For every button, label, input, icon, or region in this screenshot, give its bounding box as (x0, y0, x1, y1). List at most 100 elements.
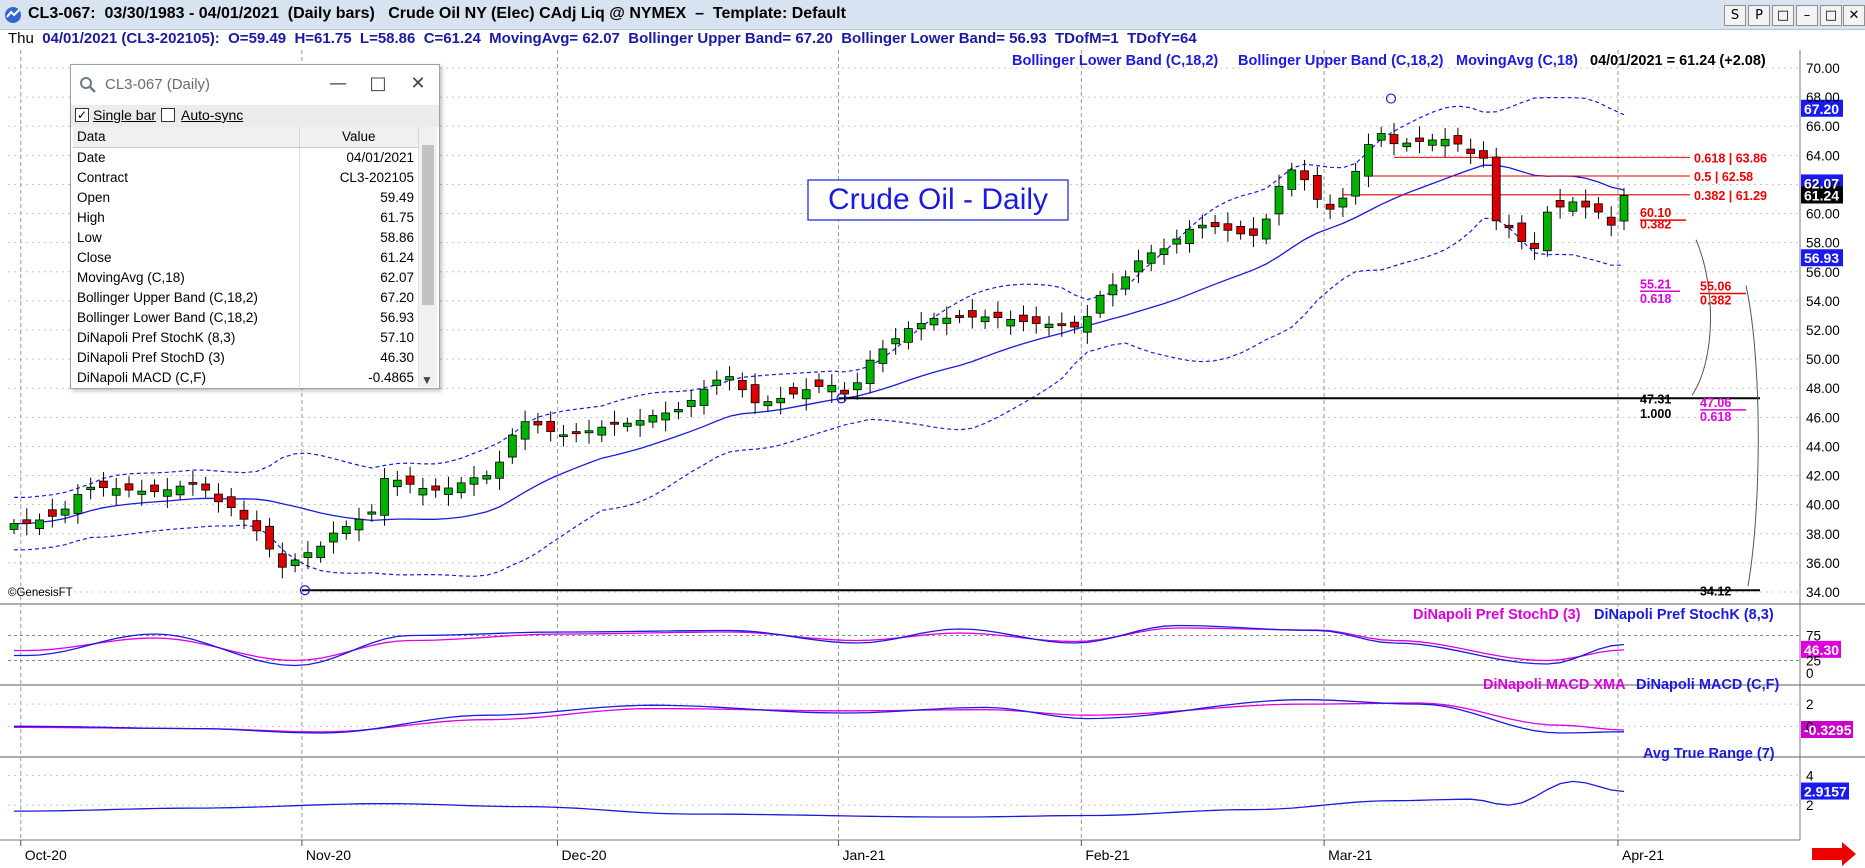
price-tick-label: 56.00 (1806, 265, 1840, 280)
candle-up (1338, 197, 1348, 208)
projection-label: 0.382 (1640, 218, 1671, 232)
data-row: Open 59.49 (73, 187, 419, 207)
chevron-down-icon[interactable]: ▼ (421, 373, 433, 387)
info-ohlc: 04/01/2021 (CL3-202105): O=59.49 H=61.75… (33, 30, 1197, 47)
candle-up (380, 478, 389, 516)
info-day: Thu (8, 30, 34, 47)
x-tick-label: Jan-21 (843, 847, 886, 863)
data-row: High 61.75 (73, 207, 419, 227)
data-row-value: 04/01/2021 (299, 147, 419, 167)
data-window[interactable]: CL3-067 (Daily) — □ ✕ ✓ Single bar Auto-… (70, 64, 440, 389)
candle-down (571, 431, 581, 435)
x-tick-label: Oct-20 (25, 847, 67, 863)
maximize-icon[interactable]: □ (363, 73, 393, 97)
restore-icon-button[interactable]: □ (1772, 5, 1794, 26)
candle-down (533, 421, 543, 426)
candle-up (162, 489, 172, 497)
candle-up (1427, 139, 1437, 146)
candle-down (750, 384, 760, 404)
atr-line (14, 780, 1625, 818)
price-tick-label: 58.00 (1806, 236, 1840, 251)
candle-up (1619, 195, 1629, 222)
candle-up (111, 488, 121, 496)
data-row-label: DiNapoli Pref StochD (3) (73, 347, 300, 367)
data-row-label: Bollinger Lower Band (C,18,2) (73, 307, 300, 327)
candle-up (559, 434, 568, 438)
candle-up (495, 461, 504, 479)
candle-up (597, 426, 607, 436)
projection-label: 0.382 (1700, 293, 1731, 307)
candle-up (635, 420, 645, 426)
legend-macd-xma: DiNapoli MACD XMA (1483, 677, 1626, 693)
data-row-value: 61.75 (299, 207, 419, 227)
data-row-value: CL3-202105 (299, 167, 419, 187)
s-button[interactable]: S (1724, 5, 1746, 26)
x-tick-label: Dec-20 (561, 847, 606, 863)
data-row-label: DiNapoli MACD (C,F) (73, 367, 300, 387)
candle-up (137, 490, 147, 495)
scroll-right-arrow-icon[interactable] (1812, 842, 1856, 866)
candle-up (725, 376, 734, 381)
candle-up (367, 511, 377, 515)
candle-down (1581, 200, 1591, 208)
candle-up (1351, 170, 1361, 197)
auto-sync-label[interactable]: Auto-sync (181, 107, 243, 123)
price-tick-label: 64.00 (1806, 148, 1840, 163)
candle-up (60, 508, 70, 516)
x-tick-label: Apr-21 (1622, 847, 1664, 863)
candle-down (814, 379, 824, 387)
candle-down (1070, 321, 1079, 328)
candle-up (1568, 201, 1578, 212)
candle-down (546, 420, 556, 432)
candle-up (980, 316, 990, 323)
chart-title: Crude Oil - Daily (828, 183, 1048, 216)
candle-up (904, 328, 913, 343)
minimize-icon[interactable]: — (323, 73, 353, 97)
single-bar-checkbox[interactable]: ✓ (75, 108, 89, 122)
window-titlebar[interactable]: CL3-067: 03/30/1983 - 04/01/2021 (Daily … (0, 0, 1865, 30)
price-tick-label: 34.00 (1806, 585, 1840, 600)
candle-up (622, 422, 632, 427)
legend-stoch-k: DiNapoli Pref StochK (8,3) (1594, 607, 1774, 623)
close-button[interactable]: ✕ (1843, 5, 1865, 26)
candle-up (1146, 252, 1156, 264)
data-row-label: MovingAvg (C,18) (73, 267, 300, 287)
header-data[interactable]: Data (73, 127, 300, 148)
data-row: DiNapoli Pref StochK (8,3) 57.10 (73, 327, 419, 347)
candle-up (341, 526, 351, 535)
candle-up (35, 519, 44, 530)
candle-up (392, 479, 402, 488)
candle-down (1594, 203, 1603, 213)
candle-down (610, 421, 619, 425)
stoch-d-line (14, 627, 1625, 662)
atr-axis-tag-text: 2.9157 (1804, 784, 1847, 800)
close-icon[interactable]: ✕ (403, 73, 433, 97)
candle-down (239, 509, 249, 520)
scrollbar-thumb[interactable] (422, 145, 434, 305)
maximize-button[interactable]: □ (1820, 5, 1842, 26)
data-window-scrollbar[interactable]: ▼ (419, 127, 437, 387)
candle-up (354, 518, 364, 531)
data-row-value: 57.10 (299, 327, 419, 347)
auto-sync-checkbox[interactable] (161, 108, 175, 122)
candle-up (1364, 144, 1373, 177)
candle-up (686, 399, 696, 407)
candle-up (916, 323, 926, 330)
candle-up (661, 412, 671, 421)
data-window-titlebar[interactable]: CL3-067 (Daily) — □ ✕ (71, 65, 439, 105)
swing-point-marker (1385, 93, 1397, 104)
candle-down (1031, 316, 1041, 324)
p-button[interactable]: P (1748, 5, 1770, 26)
candle-up (763, 401, 773, 407)
candle-up (1172, 238, 1182, 245)
projection-label: 0.618 (1640, 292, 1671, 306)
legend-bollinger-upper: Bollinger Upper Band (C,18,2) (1238, 53, 1444, 69)
minimize-button[interactable]: – (1796, 5, 1818, 26)
legend-moving-average: MovingAvg (C,18) (1456, 53, 1578, 69)
data-table: Data Value Date 04/01/2021 Contract CL3-202… (73, 127, 419, 387)
header-value[interactable]: Value (299, 127, 419, 148)
candle-up (86, 486, 96, 491)
candle-down (1325, 203, 1335, 210)
single-bar-label[interactable]: Single bar (93, 107, 156, 123)
macd-tick-label: 2 (1806, 697, 1814, 712)
